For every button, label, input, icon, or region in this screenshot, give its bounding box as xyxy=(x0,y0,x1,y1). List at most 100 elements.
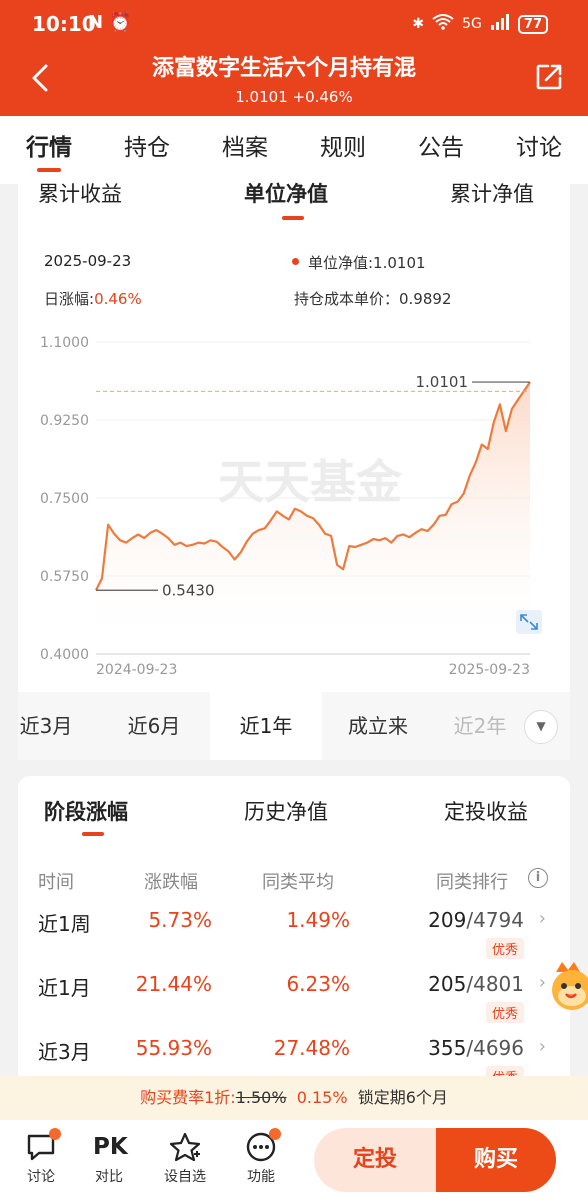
fee-old-rate: 1.50% xyxy=(235,1088,287,1107)
tab-holdings[interactable]: 持仓 xyxy=(98,116,196,184)
bottom-action-bar: 讨论 PK 对比 设自选 功能 定投 购买 xyxy=(0,1120,588,1200)
table-row[interactable]: 近1周 5.73% 1.49% 209/4794 › 优秀 xyxy=(18,908,570,972)
functions-button[interactable]: 功能 xyxy=(236,1128,286,1186)
header: 添富数字生活六个月持有混 1.0101 +0.46% xyxy=(0,48,588,116)
fee-banner[interactable]: 购买费率1折:1.50% 0.15% 锁定期6个月 xyxy=(0,1076,588,1120)
tab-announcements[interactable]: 公告 xyxy=(392,116,490,184)
more-dots-icon xyxy=(245,1128,281,1162)
chevron-down-icon: ▼ xyxy=(536,719,546,733)
rank-total: /4801 xyxy=(466,972,524,996)
tab-sip-return[interactable]: 定投收益 xyxy=(444,796,528,826)
sub-tab-cumulative-nav[interactable]: 累计净值 xyxy=(450,184,534,205)
y-tick-label: 0.4000 xyxy=(40,647,89,663)
pk-icon: PK xyxy=(93,1134,128,1160)
col-head-period: 时间 xyxy=(38,872,74,893)
notification-dot xyxy=(49,1128,61,1140)
share-icon xyxy=(536,64,562,90)
share-button[interactable] xyxy=(534,62,564,92)
period-1y[interactable]: 近1年 xyxy=(210,692,322,760)
sip-button[interactable]: 定投 xyxy=(314,1128,436,1192)
table-row[interactable]: 近3月 55.93% 27.48% 355/4696 › 优秀 xyxy=(18,1036,570,1076)
signal-icon xyxy=(490,14,510,34)
rank-badge: 优秀 xyxy=(485,938,524,959)
rank-total: /4696 xyxy=(466,1036,524,1060)
tab-discussion[interactable]: 讨论 xyxy=(490,116,588,184)
discuss-label: 讨论 xyxy=(27,1169,55,1185)
sub-tab-cumulative-return[interactable]: 累计收益 xyxy=(38,184,122,205)
watchlist-label: 设自选 xyxy=(164,1169,206,1185)
daily-change-label: 日涨幅: xyxy=(44,290,95,308)
row-peer-avg: 27.48% xyxy=(273,1036,350,1060)
fund-title: 添富数字生活六个月持有混 xyxy=(152,56,417,81)
table-row[interactable]: 近1月 21.44% 6.23% 205/4801 › 优秀 xyxy=(18,972,570,1036)
lock-period: 锁定期6个月 xyxy=(357,1088,448,1107)
row-peer-avg: 6.23% xyxy=(286,972,350,996)
buy-button[interactable]: 购买 xyxy=(436,1128,556,1192)
y-tick-label: 0.9250 xyxy=(40,413,89,429)
status-right-icons: ✱ 5G 77 xyxy=(412,14,548,34)
y-tick-label: 0.7500 xyxy=(40,491,89,507)
watermark-text: 天天基金 xyxy=(218,455,403,509)
nav-line-chart[interactable]: 天天基金 0.5430 1.0101 1.1000 0.9250 0.7500 0.57… xyxy=(18,324,570,684)
period-selector: 近3月 近6月 近1年 成立来 近2年 ▼ xyxy=(18,692,570,760)
sub-tab-indicator xyxy=(282,216,304,220)
row-rank: 205/4801 xyxy=(428,972,524,996)
fund-nav-summary: 1.0101 +0.46% xyxy=(235,88,353,106)
network-type: 5G xyxy=(462,16,482,32)
row-peer-avg: 1.49% xyxy=(286,908,350,932)
notification-dot xyxy=(269,1128,281,1140)
add-watchlist-button[interactable]: 设自选 xyxy=(160,1132,210,1186)
rank-value: 205 xyxy=(428,972,467,996)
row-change: 21.44% xyxy=(135,972,212,996)
info-icon[interactable]: i xyxy=(528,868,548,888)
period-2y[interactable]: 近2年 xyxy=(450,692,510,760)
period-6m[interactable]: 近6月 xyxy=(98,692,210,760)
performance-card: 阶段涨幅 历史净值 定投收益 时间 涨跌幅 同类平均 同类排行 i 近1周 5.… xyxy=(18,776,570,1076)
functions-label: 功能 xyxy=(247,1169,275,1185)
chart-daily-change: 日涨幅:0.46% xyxy=(44,288,142,309)
status-bar: 10:10 N ⏰ ✱ 5G 77 xyxy=(0,0,588,48)
y-tick-label: 0.5750 xyxy=(40,569,89,585)
end-value-label: 1.0101 xyxy=(416,373,469,391)
status-time: 10:10 xyxy=(32,12,96,36)
tab-stage-return[interactable]: 阶段涨幅 xyxy=(44,796,128,826)
row-period: 近3月 xyxy=(38,1040,91,1064)
tab-profile[interactable]: 档案 xyxy=(196,116,294,184)
rank-value: 355 xyxy=(428,1036,467,1060)
row-rank: 355/4696 xyxy=(428,1036,524,1060)
compare-label: 对比 xyxy=(95,1169,123,1185)
nav-legend-dot xyxy=(292,258,299,265)
battery-indicator: 77 xyxy=(517,14,548,34)
x-tick-label: 2025-09-23 xyxy=(449,662,530,678)
rank-total: /4794 xyxy=(466,908,524,932)
tab-market[interactable]: 行情 xyxy=(0,116,98,184)
tab-history-nav[interactable]: 历史净值 xyxy=(244,796,328,826)
chart-nav-value: 单位净值:1.0101 xyxy=(308,254,426,272)
chevron-right-icon: › xyxy=(538,908,546,929)
wifi-icon xyxy=(432,14,454,34)
compare-button[interactable]: PK 对比 xyxy=(84,1132,134,1186)
mascot-icon[interactable] xyxy=(548,960,588,1016)
fullscreen-icon[interactable] xyxy=(516,610,542,634)
daily-change-value: 0.46% xyxy=(94,290,142,308)
tab-rules[interactable]: 规则 xyxy=(294,116,392,184)
bluetooth-icon: ✱ xyxy=(412,16,425,32)
star-plus-icon xyxy=(169,1132,201,1162)
discuss-button[interactable]: 讨论 xyxy=(16,1128,66,1186)
chart-sub-tabs: 累计收益 单位净值 累计净值 xyxy=(18,184,570,228)
period-3m[interactable]: 近3月 xyxy=(18,692,74,760)
col-head-change: 涨跌幅 xyxy=(144,872,198,893)
col-head-peer-avg: 同类平均 xyxy=(262,872,334,893)
sub-tab-unit-nav[interactable]: 单位净值 xyxy=(244,184,328,205)
row-period: 近1周 xyxy=(38,912,91,936)
row-change: 5.73% xyxy=(148,908,212,932)
row-rank: 209/4794 xyxy=(428,908,524,932)
row-period: 近1月 xyxy=(38,976,91,1000)
notification-icons: N ⏰ xyxy=(88,12,132,33)
chart-date: 2025-09-23 xyxy=(44,252,132,270)
fee-prefix: 购买费率1折: xyxy=(140,1088,236,1107)
period-since-inception[interactable]: 成立来 xyxy=(322,692,434,760)
more-periods-button[interactable]: ▼ xyxy=(524,710,558,744)
col-head-peer-rank: 同类排行 xyxy=(436,872,508,893)
x-tick-label: 2024-09-23 xyxy=(96,662,177,678)
